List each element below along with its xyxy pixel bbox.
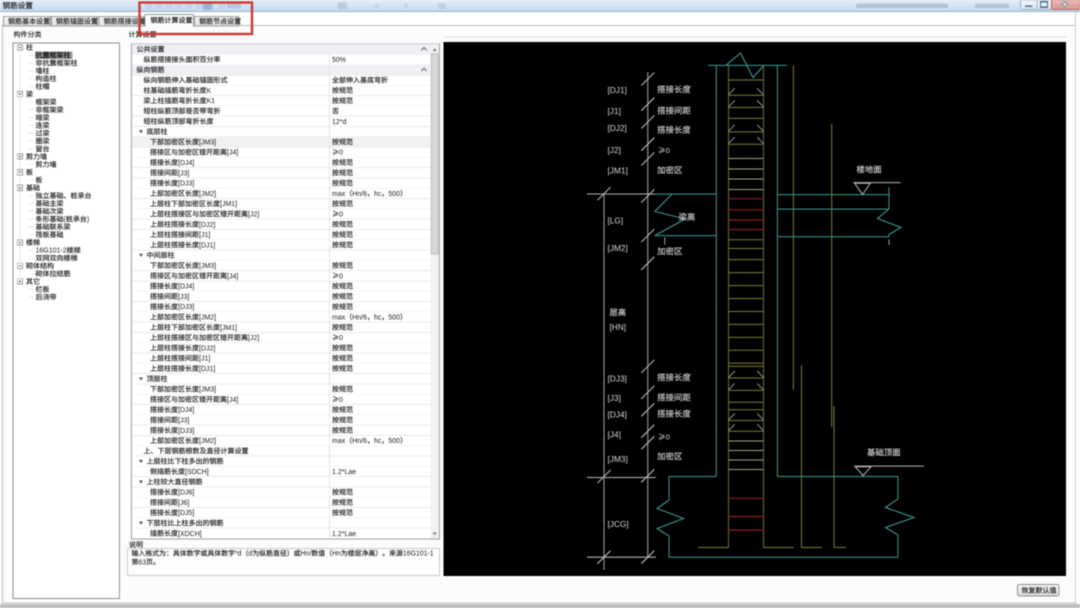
svg-text:[J1]: [J1] [608,106,621,116]
svg-text:[LG]: [LG] [608,216,624,226]
svg-text:[J4]: [J4] [608,429,621,439]
svg-text:1.2*Lae: 1.2*Lae [332,531,356,538]
svg-text:[J2]: [J2] [248,335,259,342]
svg-text:[J2]: [J2] [608,145,621,155]
svg-text:[DJ2]: [DJ2] [199,345,215,352]
svg-text:[JCG]: [JCG] [608,519,629,529]
svg-text:0: 0 [339,150,343,157]
svg-text:[DJ4]: [DJ4] [178,160,194,167]
svg-text:[JM2]: [JM2] [199,191,216,198]
svg-text:[JM2]: [JM2] [199,438,216,445]
svg-text:[DJ6]: [DJ6] [178,490,194,497]
svg-text:[DJ1]: [DJ1] [199,366,215,373]
svg-text:[JM1]: [JM1] [220,325,237,332]
svg-text:[JM3]: [JM3] [608,454,628,464]
svg-text:max: max [332,191,346,198]
svg-text:16G101-1: 16G101-1 [403,551,434,558]
svg-text:[J3]: [J3] [178,170,189,177]
svg-text:K: K [207,88,212,95]
svg-text:Hn/6: Hn/6 [352,314,367,321]
svg-text:Hn/6: Hn/6 [352,438,367,445]
svg-text:[J4]: [J4] [227,150,238,157]
svg-text:500: 500 [388,438,400,445]
svg-text:d: d [248,551,252,558]
svg-text:0: 0 [666,433,670,442]
svg-text:): ) [87,217,89,224]
svg-text:[JM1]: [JM1] [220,201,237,208]
svg-text:[SDCH]: [SDCH] [185,469,209,476]
svg-text:0: 0 [666,146,670,155]
svg-text:500: 500 [388,191,400,198]
svg-text:max: max [332,438,346,445]
svg-text:[J2]: [J2] [248,211,259,218]
svg-text:[HN]: [HN] [610,322,627,332]
svg-text:0: 0 [339,397,343,404]
svg-text:16G101-2: 16G101-2 [36,248,67,255]
svg-text:*d: *d [235,551,242,558]
svg-text:63: 63 [138,559,146,566]
svg-text:[DJ3]: [DJ3] [178,181,194,188]
svg-text:[DJ2]: [DJ2] [608,123,627,133]
svg-text:[DJ4]: [DJ4] [178,284,194,291]
svg-text:[JM2]: [JM2] [199,314,216,321]
svg-text:[J3]: [J3] [178,294,189,301]
svg-text:[JM1]: [JM1] [608,165,628,175]
svg-text:[DJ3]: [DJ3] [178,428,194,435]
svg-text:[J4]: [J4] [227,397,238,404]
svg-text:[DJ4]: [DJ4] [178,407,194,414]
svg-text:[J6]: [J6] [178,500,189,507]
svg-text:0: 0 [339,335,343,342]
svg-text:12*d: 12*d [332,119,347,126]
svg-text:[DJ4]: [DJ4] [608,410,627,420]
svg-text:max: max [332,314,346,321]
svg-text:hc: hc [374,191,382,198]
svg-text:[JM2]: [JM2] [608,243,628,253]
svg-text:Hn/: Hn/ [301,551,312,558]
svg-text:K1: K1 [207,98,216,105]
svg-text:[DJ3]: [DJ3] [608,374,627,384]
svg-text:hc: hc [374,314,382,321]
svg-text:Hn: Hn [332,551,341,558]
svg-text:[J1]: [J1] [199,232,210,239]
svg-text:[J3]: [J3] [178,417,189,424]
svg-text:0: 0 [339,211,343,218]
svg-text:[J3]: [J3] [608,393,621,403]
svg-text:hc: hc [374,438,382,445]
svg-text:[DJ5]: [DJ5] [178,510,194,517]
svg-text:[DJ1]: [DJ1] [199,242,215,249]
svg-text:[J1]: [J1] [199,356,210,363]
svg-text:1.2*Lae: 1.2*Lae [332,469,356,476]
svg-text:Hn/6: Hn/6 [352,191,367,198]
svg-text:50%: 50% [332,57,346,64]
svg-text:[J4]: [J4] [227,273,238,280]
svg-text:[JM3]: [JM3] [199,263,216,270]
svg-text:[JM3]: [JM3] [199,387,216,394]
svg-text:[DJ1]: [DJ1] [608,85,627,95]
svg-text:[DJ2]: [DJ2] [199,222,215,229]
svg-text:[XDCH]: [XDCH] [178,531,202,538]
svg-text:0: 0 [339,273,343,280]
svg-text:[JM3]: [JM3] [199,139,216,146]
svg-text:500: 500 [388,314,400,321]
svg-text:[DJ3]: [DJ3] [178,304,194,311]
